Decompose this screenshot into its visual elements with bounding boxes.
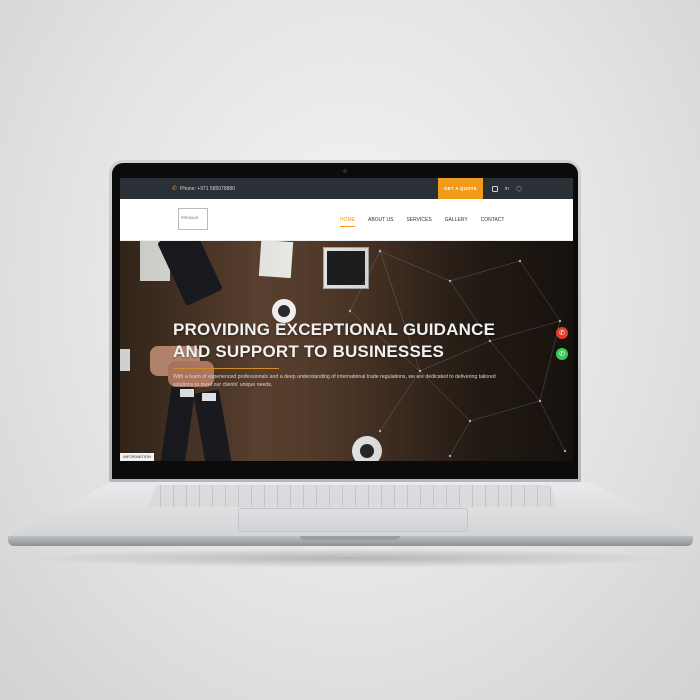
nav-item-home[interactable]: HOME (340, 217, 355, 227)
website-navbar: PREMIUS HOME ABOUT US SERVICES GALLERY C… (120, 199, 573, 241)
hero-description: With a team of experienced professionals… (173, 374, 496, 388)
nav-item-about-us[interactable]: ABOUT US (368, 217, 393, 223)
whatsapp-icon: ✆ (559, 351, 565, 358)
linkedin-icon[interactable]: in (504, 186, 510, 192)
hero-title-underline (173, 368, 279, 369)
logo-text: PREMIUS (181, 216, 199, 220)
main-nav: HOME ABOUT US SERVICES GALLERY CONTACT (340, 199, 504, 241)
nav-item-contact[interactable]: CONTACT (481, 217, 505, 223)
hero-title: PROVIDING EXCEPTIONAL GUIDANCE AND SUPPO… (173, 320, 496, 361)
phone-icon: ✆ (559, 330, 565, 337)
nav-item-services[interactable]: SERVICES (406, 217, 431, 223)
social-links: in ◯ (492, 178, 522, 199)
hero-banner: PROVIDING EXCEPTIONAL GUIDANCE AND SUPPO… (120, 241, 573, 461)
laptop-screen: ✆ Phone: +971 585078880 GET A QUOTE in ◯… (120, 178, 573, 461)
call-float-button[interactable]: ✆ (556, 327, 568, 339)
whatsapp-float-button[interactable]: ✆ (556, 348, 568, 360)
laptop-chin (112, 463, 578, 479)
get-a-quote-button[interactable]: GET A QUOTE (438, 178, 483, 199)
site-logo[interactable]: PREMIUS (178, 208, 208, 230)
phone-icon: ✆ (172, 186, 178, 192)
lid-opening-notch (300, 536, 400, 540)
website-topbar: ✆ Phone: +971 585078880 GET A QUOTE in ◯ (120, 178, 573, 199)
webcam (343, 169, 347, 173)
laptop-lid: ✆ Phone: +971 585078880 GET A QUOTE in ◯… (109, 160, 581, 482)
information-tab[interactable]: INFORMATION (120, 453, 154, 461)
instagram-icon[interactable] (492, 185, 498, 192)
laptop-shadow (20, 548, 680, 568)
phone-text: Phone: +971 585078880 (180, 185, 235, 192)
keyboard (148, 485, 558, 507)
trackpad (238, 508, 468, 532)
laptop-base (8, 482, 693, 550)
whatsapp-icon[interactable]: ◯ (516, 186, 522, 192)
nav-item-gallery[interactable]: GALLERY (445, 217, 468, 223)
phone-contact[interactable]: ✆ Phone: +971 585078880 (172, 178, 235, 199)
laptop-bezel: ✆ Phone: +971 585078880 GET A QUOTE in ◯… (112, 163, 578, 479)
